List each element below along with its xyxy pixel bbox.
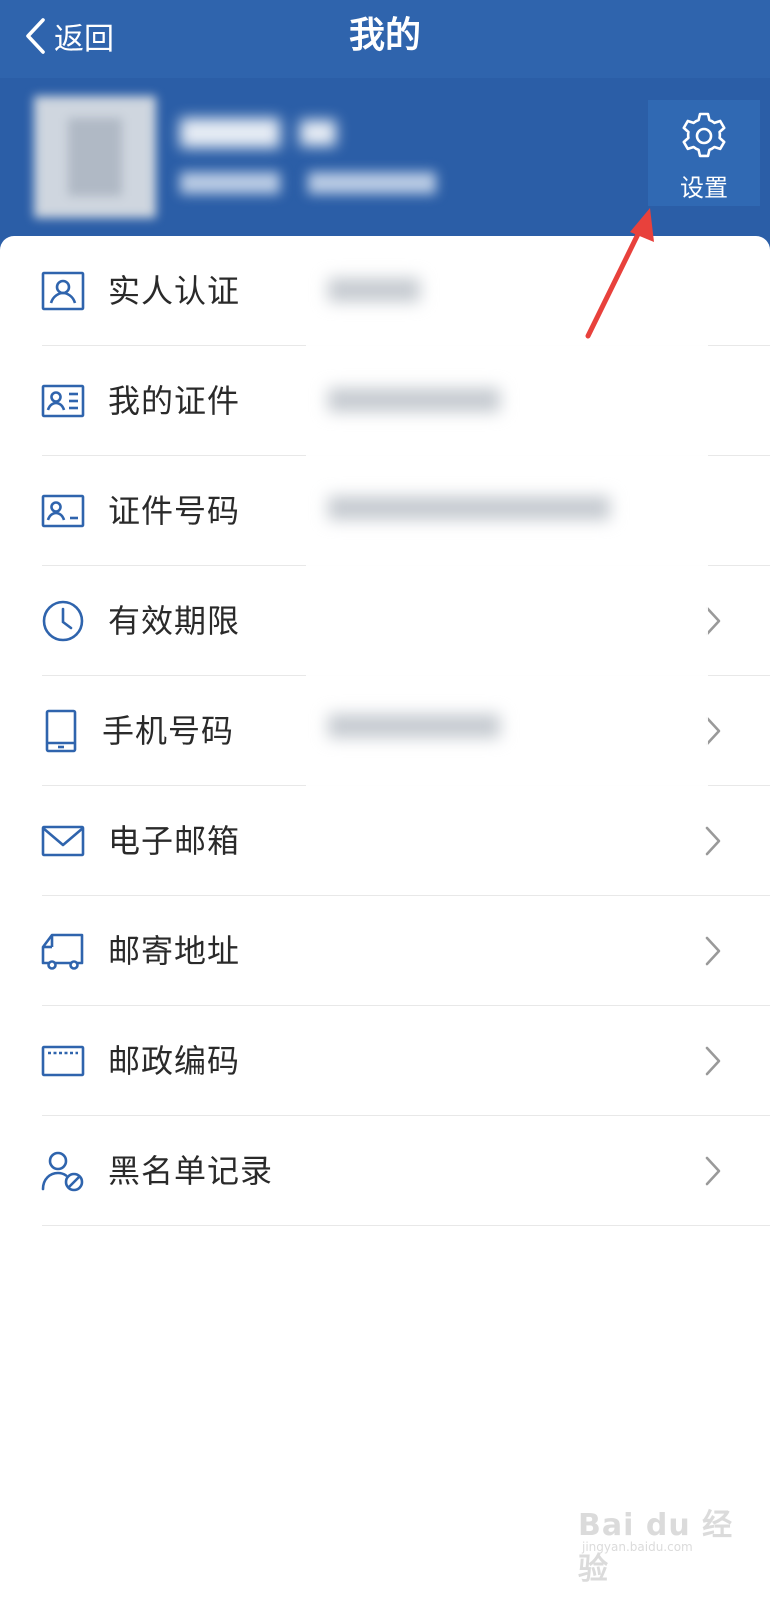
menu-item-label: 证件号码 (108, 492, 241, 530)
profile-name-redacted (180, 112, 350, 154)
postcode-icon (40, 1039, 86, 1083)
settings-label: 设置 (680, 174, 728, 202)
clock-icon (40, 599, 86, 643)
menu-item-label: 邮政编码 (108, 1042, 241, 1080)
chevron-right-icon (702, 1154, 724, 1188)
watermark-url: jingyan.baidu.com (582, 1540, 693, 1554)
blocked-user-icon (40, 1149, 86, 1193)
menu-item-email[interactable]: 电子邮箱 (0, 786, 770, 896)
person-id-icon (40, 269, 86, 313)
page-title: 我的 (348, 15, 421, 56)
gear-icon (682, 112, 726, 158)
id-number-icon (40, 489, 86, 533)
annotation-arrow (585, 208, 654, 339)
watermark: Bai du 经验 jingyan.baidu.com (578, 1490, 758, 1587)
menu-item-label: 黑名单记录 (108, 1152, 274, 1190)
chevron-right-icon (702, 824, 724, 858)
menu-item-postal-code[interactable]: 邮政编码 (0, 1006, 770, 1116)
chevron-right-icon (702, 934, 724, 968)
top-bar: 返回 我的 (0, 0, 770, 78)
menu-item-mailing-address[interactable]: 邮寄地址 (0, 896, 770, 1006)
delivery-truck-icon (40, 929, 86, 973)
menu-item-label: 我的证件 (108, 382, 241, 420)
id-card-icon (40, 379, 86, 423)
menu-item-label: 邮寄地址 (108, 932, 241, 970)
menu-item-blacklist-record[interactable]: 黑名单记录 (0, 1116, 770, 1226)
settings-button[interactable]: 设置 (648, 100, 760, 206)
menu-item-label: 电子邮箱 (108, 822, 241, 860)
profile-info-redacted (180, 168, 440, 198)
menu-item-label: 实人认证 (108, 272, 241, 310)
chevron-right-icon (702, 1044, 724, 1078)
avatar[interactable] (34, 96, 156, 218)
screen: 返回 我的 设置 实人认证 我的证件 证件号码 有效期限 手机号码 电子邮箱 邮… (0, 0, 770, 1600)
envelope-icon (40, 819, 86, 863)
menu-item-label: 有效期限 (108, 602, 241, 640)
phone-icon (40, 709, 86, 753)
menu-item-label: 手机号码 (102, 712, 235, 750)
